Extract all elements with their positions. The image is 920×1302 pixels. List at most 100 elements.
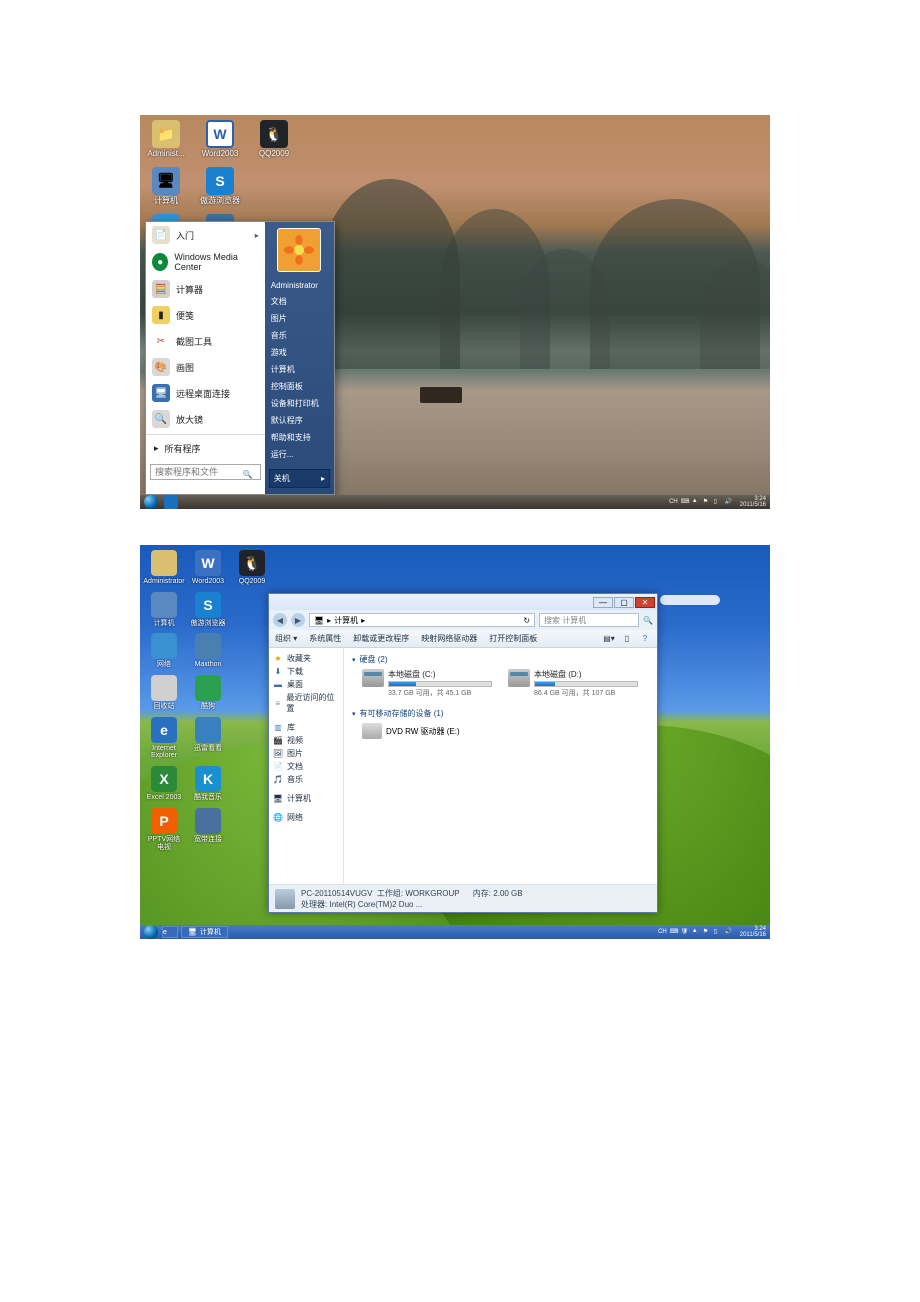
tray-flag-icon[interactable]: ▲ [692,498,700,506]
desktop-icon[interactable]: 🐧QQ2009 [233,550,271,586]
dvd-drive[interactable]: DVD RW 驱动器 (E:) [362,723,649,739]
back-button[interactable]: ◀ [273,613,287,627]
start-item-paint[interactable]: 🎨 画图 [146,354,265,380]
desktop-icon-word[interactable]: W Word2003 [199,120,241,159]
sidebar-documents[interactable]: 📄文档 [271,760,341,773]
ime-indicator[interactable]: CH [658,929,667,935]
sidebar-downloads[interactable]: ⬇下载 [271,665,341,678]
desktop-icon[interactable]: Administrator [145,550,183,586]
start-item-sticky-notes[interactable]: ▮ 便笺 [146,302,265,328]
word-icon: W [206,120,234,148]
desktop-icon-computer[interactable]: 🖥 计算机 [145,167,187,206]
shutdown-button[interactable]: 关机 ▸ [269,469,330,488]
desktop-icon[interactable]: K酷我音乐 [189,766,227,802]
preview-pane-button[interactable]: ▯ [621,633,633,645]
minimize-button[interactable]: — [593,597,613,608]
toolbar-control-panel[interactable]: 打开控制面板 [489,633,537,644]
tray-flag-icon[interactable]: ▲ [692,928,700,936]
forward-button[interactable]: ▶ [291,613,305,627]
desktop-icon[interactable]: S傲游浏览器 [189,592,227,628]
start-right-default-programs[interactable]: 默认程序 [265,412,334,429]
system-tray: CH ⌨ ▲ ⚑ ▯ 🔊 3:24 2011/5/16 [669,496,766,508]
tray-shield-icon[interactable]: 🛡 [681,928,689,936]
desktop-icon[interactable]: Maxthon [189,633,227,669]
start-right-run[interactable]: 运行... [265,446,334,463]
tray-network-icon[interactable]: ▯ [714,498,722,506]
drive-d[interactable]: 本地磁盘 (D:) 86.4 GB 可用，共 107 GB [508,669,638,698]
sidebar-music[interactable]: 🎵音乐 [271,773,341,786]
toolbar-system-properties[interactable]: 系统属性 [309,633,341,644]
tray-keyboard-icon[interactable]: ⌨ [670,928,678,936]
start-all-programs[interactable]: ▸ 所有程序 [146,437,265,460]
start-item-calculator[interactable]: 🧮 计算器 [146,276,265,302]
start-right-documents[interactable]: 文档 [265,293,334,310]
desktop-icon[interactable]: WWord2003 [189,550,227,586]
start-right-music[interactable]: 音乐 [265,327,334,344]
start-right-pictures[interactable]: 图片 [265,310,334,327]
desktop-icon[interactable]: 计算机 [145,592,183,628]
start-item-media-center[interactable]: ● Windows Media Center [146,248,265,276]
refresh-icon[interactable]: ↻ [523,616,530,625]
start-item-snipping-tool[interactable]: ✂ 截图工具 [146,328,265,354]
window-titlebar[interactable]: — ▢ ✕ [269,594,657,610]
explorer-search-input[interactable]: 搜索 计算机 [539,613,639,627]
tray-network-icon[interactable]: ▯ [714,928,722,936]
desktop-icon[interactable]: eInternet Explorer [145,717,183,760]
start-item-getting-started[interactable]: 📄 入门 ▸ [146,222,265,248]
desktop-icon[interactable]: 宽带连接 [189,808,227,851]
maximize-button[interactable]: ▢ [614,597,634,608]
view-mode-button[interactable]: ▤▾ [603,633,615,645]
tray-flag2-icon[interactable]: ⚑ [703,928,711,936]
close-button[interactable]: ✕ [635,597,655,608]
desktop-icon[interactable]: 酷狗 [189,675,227,711]
taskbar-app-computer[interactable]: 🖥 计算机 [181,926,228,938]
desktop-icon[interactable]: PPPTV网络电视 [145,808,183,851]
tray-volume-icon[interactable]: 🔊 [725,498,733,506]
ime-indicator[interactable]: CH [669,499,678,505]
toolbar-organize[interactable]: 组织 ▾ [275,633,297,644]
desktop-icon[interactable]: 网络 [145,633,183,669]
desktop-icon-maxthon-blue[interactable]: S 傲游浏览器 [199,167,241,206]
taskbar-clock[interactable]: 3:24 2011/5/16 [740,496,766,508]
desktop-icon-label: 酷我音乐 [194,794,222,802]
start-right-games[interactable]: 游戏 [265,344,334,361]
sidebar-computer[interactable]: 🖥计算机 [271,792,341,805]
sidebar-videos[interactable]: 🎬视频 [271,734,341,747]
start-right-user[interactable]: Administrator [265,278,334,293]
start-right-computer[interactable]: 计算机 [265,361,334,378]
section-hard-drives[interactable]: 硬盘 (2) [352,654,649,665]
desktop-icon[interactable]: XExcel 2003 [145,766,183,802]
sidebar-recent[interactable]: ≡最近访问的位置 [271,691,341,715]
start-item-remote-desktop[interactable]: 🖥 远程桌面连接 [146,380,265,406]
taskbar-clock[interactable]: 3:24 2011/5/16 [740,926,766,938]
breadcrumb-segment[interactable]: 计算机 [334,615,358,626]
toolbar-uninstall[interactable]: 卸载或更改程序 [353,633,409,644]
start-right-control-panel[interactable]: 控制面板 [265,378,334,395]
sidebar-pictures[interactable]: 🖼图片 [271,747,341,760]
section-removable[interactable]: 有可移动存储的设备 (1) [352,708,649,719]
taskbar-ie-icon[interactable]: e [162,926,178,938]
toolbar-map-drive[interactable]: 映射网络驱动器 [421,633,477,644]
desktop-icon-qq[interactable]: 🐧 QQ2009 [253,120,295,159]
tray-volume-icon[interactable]: 🔊 [725,928,733,936]
start-menu-left-pane: 📄 入门 ▸ ● Windows Media Center 🧮 计算器 ▮ 便笺… [146,222,265,494]
tray-keyboard-icon[interactable]: ⌨ [681,498,689,506]
sidebar-favorites-header[interactable]: ★收藏夹 [271,652,341,665]
help-button[interactable]: ? [639,633,651,645]
desktop-icon[interactable]: 回收站 [145,675,183,711]
taskbar-ie-icon[interactable] [164,495,178,509]
tray-flag2-icon[interactable]: ⚑ [703,498,711,506]
start-button[interactable] [144,925,158,939]
start-right-devices[interactable]: 设备和打印机 [265,395,334,412]
desktop-icon[interactable]: 迅雷看看 [189,717,227,760]
breadcrumb[interactable]: 🖥 ▸ 计算机 ▸ ↻ [309,613,535,627]
start-item-magnifier[interactable]: 🔍 放大镜 [146,406,265,432]
sidebar-network[interactable]: 🌐网络 [271,811,341,824]
start-right-help[interactable]: 帮助和支持 [265,429,334,446]
sidebar-desktop[interactable]: ▬桌面 [271,678,341,691]
sidebar-libraries-header[interactable]: ▥库 [271,721,341,734]
start-button[interactable] [144,495,158,509]
user-avatar[interactable] [277,228,321,272]
drive-c[interactable]: 本地磁盘 (C:) 33.7 GB 可用，共 45.1 GB [362,669,492,698]
desktop-icon-administrator[interactable]: 📁 Administ... [145,120,187,159]
